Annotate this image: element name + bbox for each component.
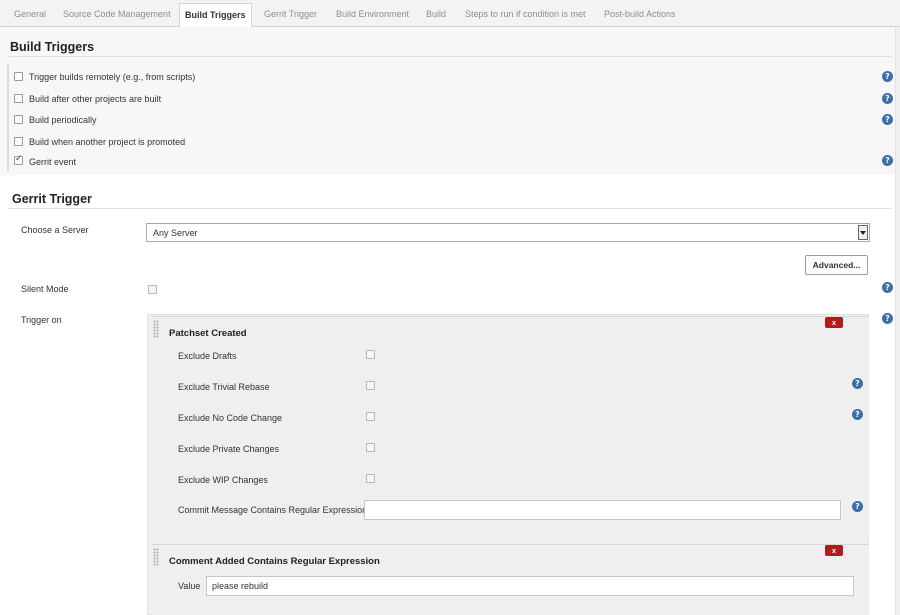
choose-server-label: Choose a Server [21,225,89,235]
build-triggers-divider [8,56,892,57]
trigger-on-label: Trigger on [21,315,62,325]
help-icon[interactable]: ? [882,114,893,125]
drag-handle-icon[interactable] [153,548,159,566]
config-tab-bar: General Source Code Management Build Tri… [0,0,900,28]
trigger-remotely-label: Trigger builds remotely (e.g., from scri… [29,72,196,82]
exclude-wip-changes-checkbox[interactable] [366,474,375,483]
gerrit-event-checkbox[interactable] [14,154,23,165]
help-icon[interactable]: ? [852,501,863,512]
gerrit-trigger-title: Gerrit Trigger [12,192,92,206]
comment-value-input[interactable]: please rebuild [206,576,854,596]
exclude-private-changes-checkbox[interactable] [366,443,375,452]
tab-general[interactable]: General [9,0,51,27]
build-periodically-checkbox[interactable] [14,115,23,124]
tab-source-code-management[interactable]: Source Code Management [58,0,176,27]
remove-patchset-created-button[interactable]: x [825,317,843,328]
exclude-drafts-label: Exclude Drafts [178,351,237,361]
page-scroll-edge [895,27,900,615]
commit-message-regex-label: Commit Message Contains Regular Expressi… [178,505,368,515]
help-icon[interactable]: ? [852,409,863,420]
section-left-rule [7,63,9,171]
server-select[interactable]: Any Server [146,223,870,242]
tab-build-triggers[interactable]: Build Triggers [179,3,252,28]
tab-build-environment[interactable]: Build Environment [331,0,414,27]
commit-message-regex-input[interactable] [364,500,841,520]
build-after-other-projects-label: Build after other projects are built [29,94,162,104]
exclude-wip-changes-label: Exclude WIP Changes [178,475,268,485]
help-icon[interactable]: ? [882,71,893,82]
drag-handle-icon[interactable] [153,320,159,338]
exclude-drafts-checkbox[interactable] [366,350,375,359]
trigger-remotely-checkbox[interactable] [14,72,23,81]
help-icon[interactable]: ? [882,93,893,104]
gerrit-event-label: Gerrit event [29,157,77,167]
advanced-button[interactable]: Advanced... [805,255,868,275]
tab-steps-to-run[interactable]: Steps to run if condition is met [460,0,591,27]
help-icon[interactable]: ? [882,282,893,293]
comment-value-label: Value [178,581,201,591]
help-icon[interactable]: ? [882,313,893,324]
remove-comment-added-button[interactable]: x [825,545,843,556]
silent-mode-checkbox[interactable] [148,285,157,294]
exclude-trivial-rebase-label: Exclude Trivial Rebase [178,382,270,392]
exclude-trivial-rebase-checkbox[interactable] [366,381,375,390]
comment-added-title: Comment Added Contains Regular Expressio… [169,556,380,567]
tab-build[interactable]: Build [421,0,451,27]
build-after-other-projects-checkbox[interactable] [14,94,23,103]
help-icon[interactable]: ? [852,378,863,389]
exclude-no-code-change-label: Exclude No Code Change [178,413,283,423]
build-when-promoted-checkbox[interactable] [14,137,23,146]
chevron-down-icon[interactable] [858,225,868,240]
silent-mode-label: Silent Mode [21,284,69,294]
patchset-created-title: Patchset Created [169,328,247,339]
tab-post-build-actions[interactable]: Post-build Actions [599,0,681,27]
build-triggers-title: Build Triggers [10,40,95,54]
help-icon[interactable]: ? [882,155,893,166]
tab-gerrit-trigger[interactable]: Gerrit Trigger [259,0,322,27]
build-when-promoted-label: Build when another project is promoted [29,137,186,147]
exclude-no-code-change-checkbox[interactable] [366,412,375,421]
server-select-value: Any Server [153,228,198,238]
exclude-private-changes-label: Exclude Private Changes [178,444,280,454]
gerrit-trigger-divider [8,208,892,209]
build-periodically-label: Build periodically [29,115,97,125]
